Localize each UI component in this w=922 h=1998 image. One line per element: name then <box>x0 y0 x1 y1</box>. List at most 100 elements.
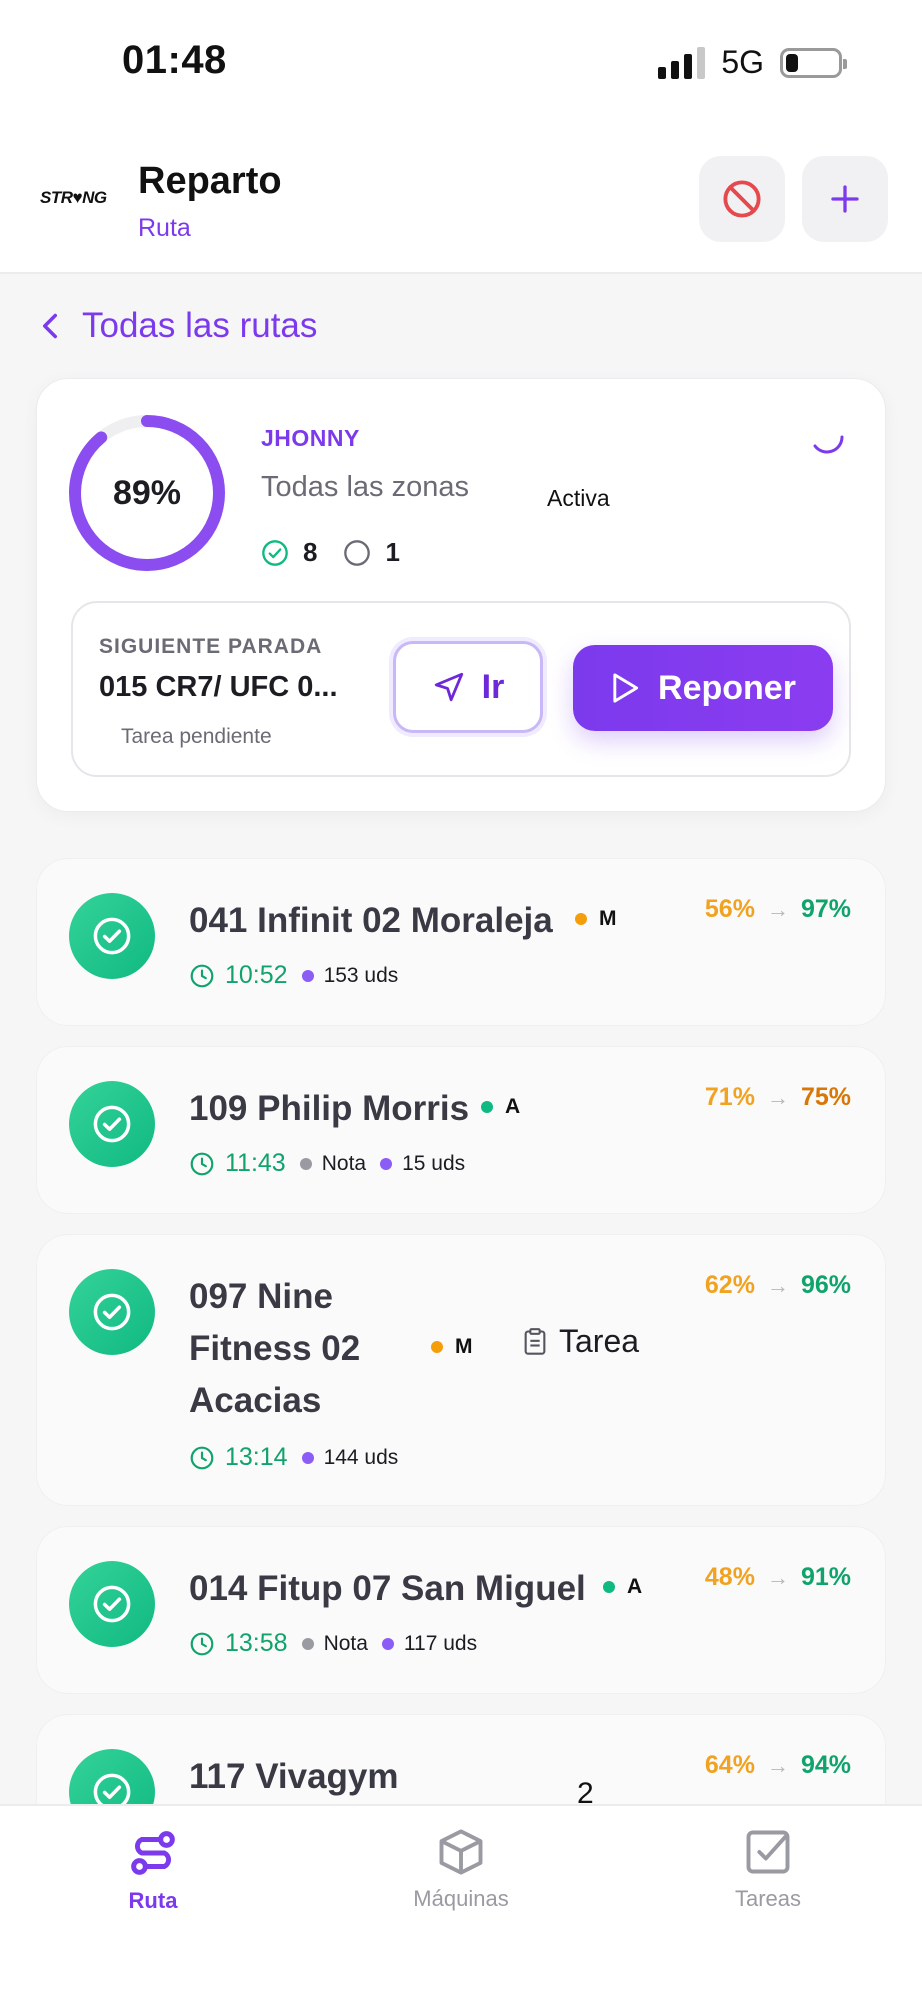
checkbox-icon <box>746 1830 790 1874</box>
pending-count-value: 1 <box>385 537 400 567</box>
next-stop-label: SIGUIENTE PARADA <box>99 635 323 658</box>
units-item: 15 uds <box>380 1152 465 1176</box>
done-count-value: 8 <box>303 537 318 567</box>
arrow-right-icon: → <box>766 1564 789 1590</box>
route-status: Activa <box>547 485 610 511</box>
stop-card[interactable]: 041 Infinit 02 Moraleja M 56% → 97% 10:52 … <box>36 858 886 1026</box>
next-stop-panel: SIGUIENTE PARADA 015 CR7/ UFC 0... Tarea… <box>71 601 851 777</box>
stop-name-line: 097 Nine <box>189 1277 333 1316</box>
stock-after: 97% <box>800 895 851 923</box>
stop-time: 11:43 <box>189 1149 286 1178</box>
nav-tab-label: Tareas <box>734 1886 802 1911</box>
stop-time-value: 11:43 <box>225 1149 286 1177</box>
cancel-route-button[interactable] <box>699 156 785 242</box>
done-count: 8 <box>261 537 317 568</box>
clock-icon <box>190 1632 214 1655</box>
tag-dot <box>575 913 587 925</box>
progress-label: 89% <box>112 473 182 512</box>
back-to-routes-link[interactable]: Todas las rutas <box>40 306 317 346</box>
stock-after: 94% <box>800 1751 851 1779</box>
check-circle-icon <box>262 539 288 566</box>
arrow-right-icon: → <box>766 1752 789 1778</box>
nav-tab-label: Ruta <box>128 1888 178 1913</box>
arrow-right-icon: → <box>766 1272 789 1298</box>
stop-tag: A <box>481 1095 520 1119</box>
stop-card[interactable]: 109 Philip Morris A 71% → 75% 11:43 Nota 1… <box>36 1046 886 1214</box>
route-icon <box>131 1831 175 1875</box>
nav-tab-ruta[interactable]: Ruta <box>53 1826 253 1914</box>
stock-after: 96% <box>800 1271 851 1299</box>
nav-tab-label: Máquinas <box>413 1886 509 1911</box>
completed-check-icon <box>69 1269 155 1355</box>
stop-name: 097 Nine Fitness 02 Acacias <box>189 1271 360 1427</box>
brand-logo: STR♥NG <box>40 188 107 207</box>
completed-check-icon <box>69 1561 155 1647</box>
stock-before: 56% <box>704 895 755 923</box>
stop-tag: M <box>575 907 617 931</box>
add-button[interactable] <box>802 156 888 242</box>
stock-before: 62% <box>704 1271 755 1299</box>
arrow-right-icon: → <box>766 1084 789 1110</box>
nav-tab-maquinas[interactable]: Máquinas <box>361 1826 561 1912</box>
note-value: Nota <box>321 1151 367 1175</box>
stock-after: 91% <box>800 1563 851 1591</box>
stop-tag: A <box>603 1575 642 1599</box>
stop-tag-label: A <box>627 1575 643 1598</box>
zones-label: Todas las zonas <box>261 471 469 503</box>
page-title: Reparto <box>138 160 282 202</box>
clock-icon <box>190 964 214 987</box>
navigation-arrow-icon <box>434 672 463 702</box>
stock-before: 64% <box>704 1751 755 1779</box>
next-stop-name: 015 CR7/ UFC 0... <box>99 671 338 703</box>
restock-button-label: Reponer <box>658 668 796 707</box>
arrow-right-icon: → <box>766 896 789 922</box>
stop-meta: 13:14 144 uds <box>189 1443 398 1472</box>
stop-name-line: Acacias <box>189 1381 322 1420</box>
stock-change: 62% → 96% <box>705 1271 851 1300</box>
signal-icon <box>658 46 706 79</box>
stock-before: 71% <box>704 1083 755 1111</box>
network-label: 5G <box>721 44 764 80</box>
completed-check-icon <box>69 893 155 979</box>
units-item: 117 uds <box>381 1631 478 1656</box>
status-indicators: 5G <box>658 44 847 81</box>
stop-time: 10:52 <box>189 961 288 990</box>
stock-change: 71% → 75% <box>705 1083 851 1112</box>
stop-tag-label: M <box>455 1335 473 1358</box>
units-item: 153 uds <box>301 963 399 988</box>
stop-name: 117 Vivagym <box>189 1757 399 1796</box>
units-value: 153 uds <box>323 963 399 987</box>
note-item: Nota <box>301 1631 368 1656</box>
stop-meta: 13:58 Nota 117 uds <box>189 1629 477 1658</box>
block-icon <box>723 180 761 218</box>
stock-change: 48% → 91% <box>705 1563 851 1592</box>
stop-time: 13:58 <box>189 1629 288 1658</box>
stop-card[interactable]: 014 Fitup 07 San Miguel A 48% → 91% 13:58 … <box>36 1526 886 1694</box>
stop-name: 109 Philip Morris <box>189 1089 470 1128</box>
tag-dot <box>603 1581 615 1593</box>
battery-icon <box>780 47 847 78</box>
stop-tag-label: A <box>505 1095 521 1118</box>
empty-circle-icon <box>344 539 371 566</box>
units-value: 117 uds <box>403 1631 478 1655</box>
go-button[interactable]: Ir <box>393 641 543 733</box>
back-link-label: Todas las rutas <box>82 306 318 345</box>
stop-time-value: 13:58 <box>225 1629 288 1657</box>
go-button-label: Ir <box>481 667 505 706</box>
driver-name: JHONNY <box>261 425 360 451</box>
note-value: Nota <box>323 1631 368 1655</box>
task-label: Tarea <box>559 1323 640 1359</box>
units-item: 144 uds <box>301 1446 398 1470</box>
nav-tab-tareas[interactable]: Tareas <box>668 1826 868 1912</box>
stop-tag-label: M <box>599 907 617 930</box>
stock-before: 48% <box>704 1563 755 1591</box>
stop-time-value: 10:52 <box>225 961 288 989</box>
chevron-left-icon <box>43 313 57 339</box>
stop-card[interactable]: 097 Nine Fitness 02 Acacias M Tarea 62% →… <box>36 1234 886 1506</box>
box-icon <box>439 1829 483 1875</box>
play-icon <box>613 673 639 703</box>
completed-check-icon <box>69 1081 155 1167</box>
restock-button[interactable]: Reponer <box>573 645 833 731</box>
stop-meta: 11:43 Nota 15 uds <box>189 1149 465 1178</box>
status-time: 01:48 <box>122 38 227 82</box>
